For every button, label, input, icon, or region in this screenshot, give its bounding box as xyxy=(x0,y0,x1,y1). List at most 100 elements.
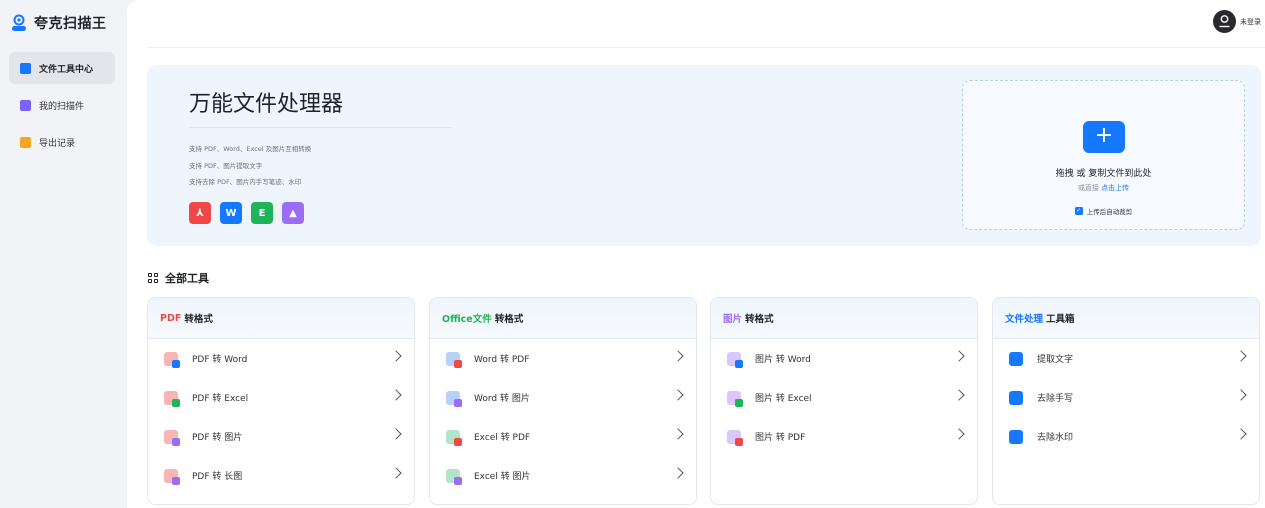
section-header: 全部工具 xyxy=(148,270,209,286)
sidebar-item-0[interactable]: 文件工具中心 xyxy=(9,52,115,84)
pdf-to-long-image-icon xyxy=(164,468,180,485)
auto-crop-option[interactable]: ✓ 上传后自动裁剪 xyxy=(963,206,1244,216)
drop-hint: 拖拽 或 复制文件到此处 xyxy=(1055,169,1152,179)
remove-watermark-icon xyxy=(1009,429,1023,444)
sidebar: 夸克扫描王 文件工具中心我的扫描件导出记录 xyxy=(0,0,127,508)
tool-item-label: 图片 转 Excel xyxy=(755,394,812,404)
tool-item[interactable]: PDF 转 长图 xyxy=(148,456,414,495)
card-title-prefix: 图片 xyxy=(723,314,743,325)
tool-item[interactable]: 图片 转 Word xyxy=(711,339,977,378)
card-title-suffix: 工具箱 xyxy=(1046,314,1075,325)
chevron-right-icon xyxy=(672,389,684,401)
auto-crop-checkbox[interactable]: ✓ xyxy=(1074,207,1083,215)
image-to-pdf-icon xyxy=(727,429,743,446)
tool-item[interactable]: Word 转 图片 xyxy=(430,378,696,417)
excel-to-image-icon xyxy=(446,468,462,485)
tool-item[interactable]: Word 转 PDF xyxy=(430,339,696,378)
hero-line-3: 支持去除 PDF、图片内手写笔迹、水印 xyxy=(189,178,302,186)
chevron-right-icon xyxy=(390,350,402,362)
auto-crop-label: 上传后自动裁剪 xyxy=(1086,208,1133,216)
tool-card-1: Office文件 转格式 Word 转 PDF Word 转 图片 Excel 转 PD… xyxy=(429,297,697,505)
word-to-pdf-icon xyxy=(446,351,462,368)
folder-icon xyxy=(20,136,31,148)
hero-line-2: 支持 PDF、图片提取文字 xyxy=(189,161,263,170)
main-panel: 未登录 万能文件处理器 支持 PDF、Word、Excel 及图片互相转换 支持… xyxy=(127,0,1265,508)
chevron-right-icon xyxy=(1235,389,1247,401)
chevron-right-icon xyxy=(953,428,965,440)
tool-item[interactable]: Excel 转 图片 xyxy=(430,456,696,495)
plus-icon: + xyxy=(1094,123,1114,148)
tool-item-label: 图片 转 PDF xyxy=(755,433,806,443)
tool-item-label: Excel 转 PDF xyxy=(474,433,531,443)
sidebar-nav: 文件工具中心我的扫描件导出记录 xyxy=(9,52,115,163)
login-status[interactable]: 未登录 xyxy=(1240,17,1261,27)
briefcase-icon xyxy=(20,62,31,74)
grid-icon xyxy=(148,272,159,284)
click-upload-link[interactable]: 点击上传 xyxy=(1101,184,1129,192)
tool-item[interactable]: Excel 转 PDF xyxy=(430,417,696,456)
tool-item-label: Excel 转 图片 xyxy=(474,472,531,482)
file-type-icons: ⅄ W E ▲ xyxy=(189,202,304,224)
sidebar-item-2[interactable]: 导出记录 xyxy=(9,126,115,158)
tool-item[interactable]: 去除手写 xyxy=(993,378,1259,417)
sidebar-item-label: 文件工具中心 xyxy=(39,64,94,75)
sidebar-item-1[interactable]: 我的扫描件 xyxy=(9,89,115,121)
user-menu[interactable]: 未登录 xyxy=(1213,10,1261,33)
tool-card-2: 图片 转格式图片 转 Word 图片 转 Excel 图片 转 PDF xyxy=(710,297,978,505)
card-title-prefix: Office文件 xyxy=(442,314,492,325)
hero-description: 支持 PDF、Word、Excel 及图片互相转换 支持 PDF、图片提取文字 … xyxy=(189,141,311,191)
tool-item-label: PDF 转 Excel xyxy=(192,394,249,404)
tool-item-label: PDF 转 Word xyxy=(192,355,248,365)
tool-item[interactable]: 图片 转 PDF xyxy=(711,417,977,456)
top-bar: 未登录 xyxy=(148,0,1265,48)
logo-icon xyxy=(9,13,29,33)
image-icon: ▲ xyxy=(282,202,304,224)
section-title: 全部工具 xyxy=(165,272,209,285)
tool-item-label: PDF 转 图片 xyxy=(192,433,243,443)
remove-handwriting-icon xyxy=(1009,390,1023,405)
chevron-right-icon xyxy=(390,467,402,479)
document-icon xyxy=(20,99,31,111)
chevron-right-icon xyxy=(672,467,684,479)
tool-item-label: 去除手写 xyxy=(1037,394,1074,404)
card-title-suffix: 转格式 xyxy=(494,314,524,325)
tool-item-label: 图片 转 Word xyxy=(755,355,811,365)
tool-item-label: 提取文字 xyxy=(1037,355,1074,365)
card-title-prefix: PDF xyxy=(160,312,182,324)
chevron-right-icon xyxy=(953,350,965,362)
tool-card-3: 文件处理 工具箱提取文字去除手写去除水印 xyxy=(992,297,1260,505)
word-to-image-icon xyxy=(446,390,462,407)
excel-icon: E xyxy=(251,202,273,224)
sidebar-item-label: 导出记录 xyxy=(39,138,76,149)
tool-item-label: 去除水印 xyxy=(1037,433,1074,443)
pdf-to-word-icon xyxy=(164,351,180,368)
tool-item[interactable]: PDF 转 图片 xyxy=(148,417,414,456)
image-to-excel-icon xyxy=(727,390,743,407)
card-title: Office文件 转格式 xyxy=(430,298,696,339)
pdf-to-image-icon xyxy=(164,429,180,446)
chevron-right-icon xyxy=(390,389,402,401)
chevron-right-icon xyxy=(672,350,684,362)
user-icon xyxy=(1219,15,1230,28)
card-title-suffix: 转格式 xyxy=(745,314,774,325)
card-title: 文件处理 工具箱 xyxy=(993,298,1259,339)
hero-title: 万能文件处理器 xyxy=(189,92,344,117)
tool-item[interactable]: 图片 转 Excel xyxy=(711,378,977,417)
tool-item[interactable]: PDF 转 Word xyxy=(148,339,414,378)
word-icon: W xyxy=(220,202,242,224)
upload-button[interactable]: + xyxy=(1083,121,1125,153)
pdf-icon: ⅄ xyxy=(189,202,211,224)
tool-item[interactable]: PDF 转 Excel xyxy=(148,378,414,417)
tool-item[interactable]: 去除水印 xyxy=(993,417,1259,456)
upload-dropzone[interactable]: + 拖拽 或 复制文件到此处 或直接 点击上传 ✓ 上传后自动裁剪 xyxy=(962,80,1245,230)
card-title-prefix: 文件处理 xyxy=(1005,314,1044,325)
tool-item[interactable]: 提取文字 xyxy=(993,339,1259,378)
image-to-word-icon xyxy=(727,351,743,368)
app-logo[interactable]: 夸克扫描王 xyxy=(9,13,107,33)
pdf-to-excel-icon xyxy=(164,390,180,407)
avatar[interactable] xyxy=(1213,10,1236,33)
tool-item-label: PDF 转 长图 xyxy=(192,472,243,482)
card-title: 图片 转格式 xyxy=(711,298,977,339)
tool-item-label: Word 转 PDF xyxy=(474,355,530,365)
card-title: PDF 转格式 xyxy=(148,298,414,339)
